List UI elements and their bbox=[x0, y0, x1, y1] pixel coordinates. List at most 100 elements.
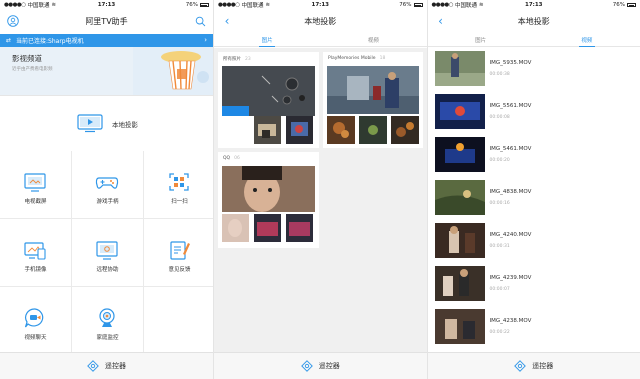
screen-local-cast-videos: ●●●●○ 中国联通 ≋ 17:13 76% ‹ 本地投影 图片 视频 IMG_59… bbox=[426, 0, 640, 379]
remote-icon bbox=[87, 360, 99, 372]
feature-home-monitor[interactable]: 家庭监控 bbox=[72, 287, 143, 354]
tab-photos[interactable]: 图片 bbox=[214, 33, 320, 47]
photo-thumbnail bbox=[254, 214, 281, 242]
album-grid: 所有照片 23 PlayMemories Mobile 18 QQ 06 bbox=[214, 48, 427, 352]
video-filename: IMG_5561.MOV bbox=[489, 103, 532, 109]
video-filename: IMG_4240.MOV bbox=[489, 232, 532, 238]
video-list-item[interactable]: IMG_5561.MOV 00:00:08 bbox=[428, 91, 640, 134]
signal-icon: ●●●●○ bbox=[431, 2, 454, 8]
status-time: 17:13 bbox=[311, 2, 330, 8]
video-chat-icon bbox=[24, 308, 44, 328]
carrier-label: 中国联通 bbox=[241, 3, 264, 9]
album-name: QQ bbox=[223, 156, 231, 161]
status-bar: ●●●●○ 中国联通 ≋ 17:13 76% bbox=[0, 0, 213, 10]
battery-icon bbox=[199, 3, 209, 7]
photo-thumbnail bbox=[286, 116, 313, 144]
tab-videos[interactable]: 视频 bbox=[320, 33, 426, 46]
album-qq[interactable]: QQ 06 bbox=[218, 152, 319, 248]
carrier-label: 中国联通 bbox=[27, 3, 50, 9]
feature-label: 电视截屏 bbox=[24, 199, 47, 205]
photo-thumbnail bbox=[222, 166, 315, 212]
local-cast-button[interactable]: 本地投影 bbox=[0, 97, 213, 149]
remote-control-button[interactable]: 遥控器 bbox=[0, 352, 213, 379]
nav-bar: 阿里TV助手 bbox=[0, 10, 213, 32]
search-icon[interactable] bbox=[193, 14, 207, 28]
video-list-item[interactable]: IMG_4239.MOV 00:00:07 bbox=[428, 263, 640, 306]
video-filename: IMG_5461.MOV bbox=[489, 146, 532, 152]
feature-scan[interactable]: 扫一扫 bbox=[144, 151, 213, 218]
screen-local-cast-photos: ●●●●○ 中国联通 ≋ 17:13 76% ‹ 本地投影 图片 视频 所有照片 23 bbox=[213, 0, 427, 379]
photo-thumbnail bbox=[327, 66, 419, 114]
video-list-item[interactable]: IMG_5461.MOV 00:00:20 bbox=[428, 134, 640, 177]
connection-banner[interactable]: ⇄ 当前已连接:Sharp电视机 › bbox=[0, 34, 213, 47]
feature-tv-screenshot[interactable]: 电视截屏 bbox=[0, 151, 71, 218]
video-list-item[interactable]: IMG_5935.MOV 00:00:38 bbox=[428, 48, 640, 91]
scan-icon bbox=[169, 173, 189, 191]
album-playmemories[interactable]: PlayMemories Mobile 18 bbox=[323, 52, 423, 148]
video-thumbnail bbox=[434, 266, 485, 301]
back-icon[interactable]: ‹ bbox=[434, 14, 448, 28]
video-list-item[interactable]: IMG_4238.MOV 00:00:22 bbox=[428, 306, 640, 349]
album-name: 所有照片 bbox=[223, 57, 241, 62]
connection-text: 当前已连接:Sharp电视机 bbox=[16, 38, 84, 45]
hero-banner[interactable]: 影视频道 近乎由产费看电影频 bbox=[0, 47, 213, 95]
gamepad-icon bbox=[95, 177, 119, 189]
screen-home: ●●●●○ 中国联通 ≋ 17:13 76% 阿里TV助手 ⇄ 当前已连接:Shar… bbox=[0, 0, 213, 379]
remote-label: 遥控器 bbox=[318, 362, 340, 370]
feature-mirror[interactable]: 手机镜像 bbox=[0, 219, 71, 286]
battery-icon bbox=[627, 3, 637, 7]
album-name: PlayMemories Mobile bbox=[328, 56, 376, 61]
media-tabs: 图片 视频 bbox=[427, 33, 640, 47]
video-list-item[interactable]: IMG_4240.MOV 00:00:31 bbox=[428, 220, 640, 263]
remote-label: 遥控器 bbox=[105, 362, 126, 370]
battery-percent: 76% bbox=[399, 2, 412, 8]
album-title: PlayMemories Mobile 18 bbox=[328, 56, 385, 61]
link-icon: ⇄ bbox=[6, 37, 12, 44]
feature-label: 游戏手柄 bbox=[96, 199, 119, 205]
tab-photos[interactable]: 图片 bbox=[428, 33, 534, 46]
feedback-icon bbox=[170, 241, 190, 260]
video-filename: IMG_4239.MOV bbox=[489, 275, 532, 281]
status-bar: ●●●●○ 中国联通 ≋ 17:13 76% bbox=[214, 0, 427, 10]
feature-label: 手机镜像 bbox=[24, 267, 47, 273]
remote-assist-icon bbox=[96, 241, 118, 260]
album-all-photos[interactable]: 所有照片 23 bbox=[218, 52, 319, 148]
remote-icon bbox=[514, 360, 527, 372]
feature-remote-assist[interactable]: 远程协助 bbox=[72, 219, 143, 286]
feature-gamepad[interactable]: 游戏手柄 bbox=[72, 151, 143, 218]
video-list: IMG_5935.MOV 00:00:38 IMG_5561.MOV 00:00… bbox=[427, 48, 640, 352]
video-duration: 00:00:31 bbox=[489, 244, 510, 249]
feature-grid: 电视截屏 游戏手柄 扫一扫 手机镜像 远程协助 意见反馈 视频聊天 家庭监控 bbox=[0, 151, 213, 354]
video-duration: 00:00:16 bbox=[489, 201, 510, 206]
status-bar: ●●●●○ 中国联通 ≋ 17:13 76% bbox=[428, 0, 640, 10]
battery-percent: 76% bbox=[185, 2, 198, 8]
video-duration: 00:00:22 bbox=[489, 330, 510, 335]
chevron-right-icon: › bbox=[204, 36, 207, 44]
user-avatar-icon[interactable] bbox=[6, 14, 20, 28]
signal-icon: ●●●●○ bbox=[4, 2, 26, 8]
video-duration: 00:00:08 bbox=[489, 115, 510, 120]
photo-thumbnail bbox=[286, 214, 313, 242]
remote-control-button[interactable]: 遥控器 bbox=[214, 352, 427, 379]
local-cast-label: 本地投影 bbox=[112, 121, 138, 129]
back-icon[interactable]: ‹ bbox=[220, 14, 234, 28]
tab-videos[interactable]: 视频 bbox=[534, 33, 640, 47]
album-count: 23 bbox=[245, 57, 251, 62]
screenshot-icon bbox=[24, 173, 46, 192]
nav-bar: ‹ 本地投影 bbox=[428, 10, 640, 32]
feature-label: 远程协助 bbox=[96, 267, 119, 273]
album-count: 06 bbox=[234, 156, 240, 161]
feature-video-chat[interactable]: 视频聊天 bbox=[0, 287, 71, 354]
video-duration: 00:00:07 bbox=[489, 287, 510, 292]
video-duration: 00:00:38 bbox=[489, 72, 510, 77]
video-thumbnail bbox=[434, 309, 485, 344]
feature-feedback[interactable]: 意见反馈 bbox=[144, 219, 213, 286]
status-time: 17:13 bbox=[525, 2, 543, 8]
feature-label: 扫一扫 bbox=[171, 199, 188, 205]
video-thumbnail bbox=[434, 223, 485, 258]
video-list-item[interactable]: IMG_4838.MOV 00:00:16 bbox=[428, 177, 640, 220]
local-cast-icon bbox=[77, 114, 103, 133]
hero-subtitle: 近乎由产费看电影频 bbox=[12, 67, 53, 72]
remote-control-button[interactable]: 遥控器 bbox=[427, 352, 640, 379]
page-title: 本地投影 bbox=[517, 16, 550, 26]
